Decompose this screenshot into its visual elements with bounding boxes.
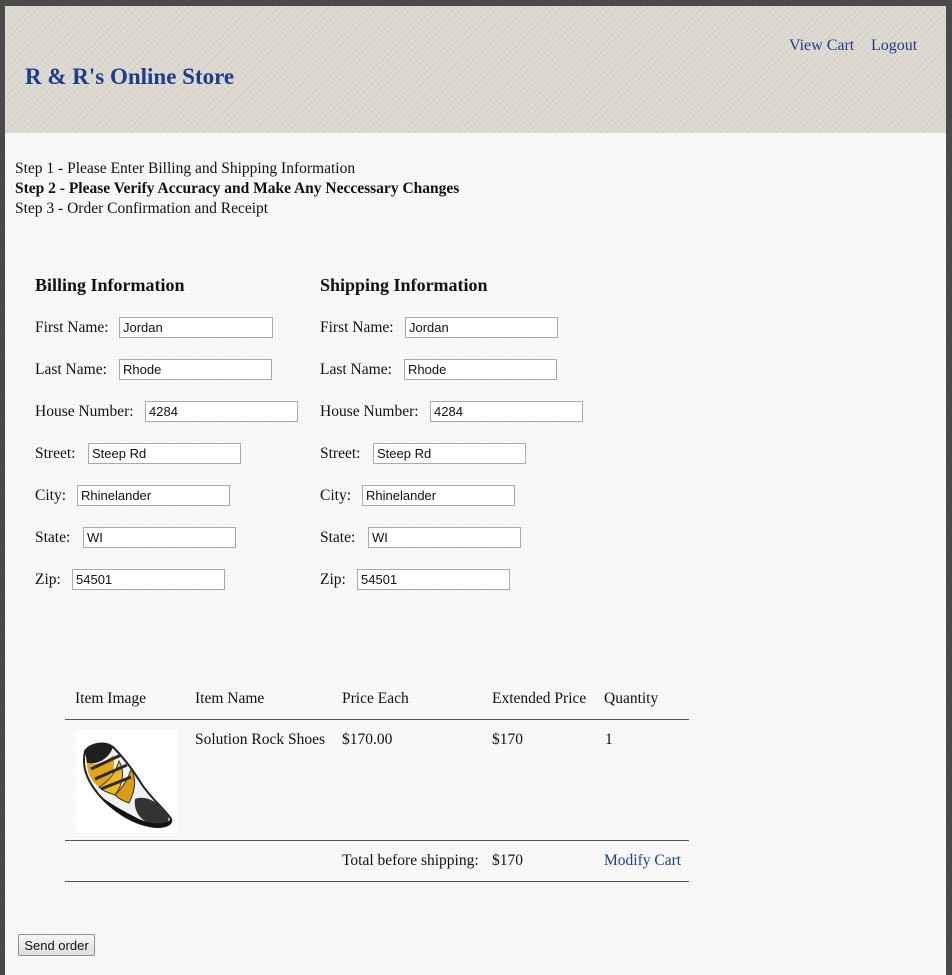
step-3: Step 3 - Order Confirmation and Receipt [15, 200, 269, 217]
shipping-first-name-label: First Name: [320, 319, 394, 336]
table-divider [65, 881, 689, 882]
shipping-zip-label: Zip: [320, 571, 346, 588]
shipping-house-number-input[interactable] [430, 401, 583, 422]
quantity-cell: 1 [605, 731, 613, 748]
col-header-quantity: Quantity [604, 690, 659, 707]
billing-first-name-input[interactable] [119, 317, 273, 338]
shipping-last-name-input[interactable] [404, 359, 557, 380]
table-divider [65, 840, 689, 841]
shipping-last-name-label: Last Name: [320, 361, 392, 378]
store-title: R & R's Online Store [25, 64, 235, 89]
modify-cart-link[interactable]: Modify Cart [604, 852, 681, 870]
billing-street-input[interactable] [88, 443, 241, 464]
shipping-state-input[interactable] [368, 527, 521, 548]
billing-street-label: Street: [35, 445, 76, 462]
col-header-item-name: Item Name [195, 690, 265, 707]
col-header-price-each: Price Each [342, 690, 409, 707]
logout-link[interactable]: Logout [871, 37, 917, 55]
billing-first-name-label: First Name: [35, 319, 109, 336]
billing-last-name-input[interactable] [119, 359, 272, 380]
billing-zip-input[interactable] [72, 569, 225, 590]
billing-city-input[interactable] [77, 485, 230, 506]
item-name-cell: Solution Rock Shoes [195, 731, 326, 748]
page: R & R's Online Store View Cart Logout St… [5, 6, 946, 975]
total-value: $170 [492, 852, 523, 869]
shipping-street-input[interactable] [373, 443, 526, 464]
col-header-item-image: Item Image [75, 690, 147, 707]
shipping-zip-input[interactable] [357, 569, 510, 590]
billing-last-name-label: Last Name: [35, 361, 107, 378]
billing-zip-label: Zip: [35, 571, 61, 588]
shipping-heading: Shipping Information [320, 275, 488, 295]
site-header: R & R's Online Store View Cart Logout [5, 6, 946, 133]
shipping-state-label: State: [320, 529, 356, 546]
billing-house-number-input[interactable] [145, 401, 298, 422]
billing-house-number-label: House Number: [35, 403, 134, 420]
shipping-city-label: City: [320, 487, 352, 504]
total-label: Total before shipping: [342, 852, 479, 869]
view-cart-link[interactable]: View Cart [789, 37, 854, 55]
billing-heading: Billing Information [35, 275, 185, 295]
billing-state-label: State: [35, 529, 71, 546]
billing-city-label: City: [35, 487, 67, 504]
billing-state-input[interactable] [83, 527, 236, 548]
shipping-house-number-label: House Number: [320, 403, 419, 420]
shipping-street-label: Street: [320, 445, 361, 462]
extended-price-cell: $170 [492, 731, 523, 748]
shipping-city-input[interactable] [362, 485, 515, 506]
step-1: Step 1 - Please Enter Billing and Shippi… [15, 160, 356, 177]
price-each-cell: $170.00 [342, 731, 393, 748]
shipping-first-name-input[interactable] [405, 317, 558, 338]
table-divider [65, 719, 689, 720]
col-header-extended-price: Extended Price [492, 690, 587, 707]
climbing-shoe-image [75, 729, 177, 833]
send-order-button[interactable]: Send order [18, 934, 95, 956]
step-2-current: Step 2 - Please Verify Accuracy and Make… [15, 180, 460, 197]
